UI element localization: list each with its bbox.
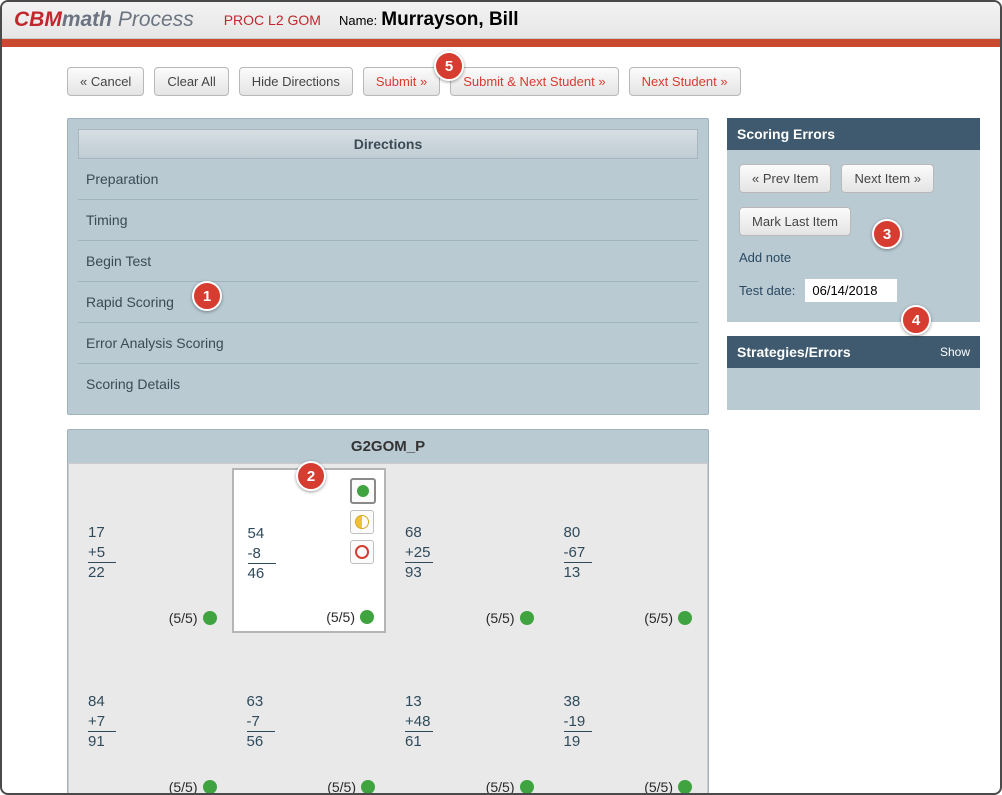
problem-cell[interactable]: 13+4861 (5/5) [390,637,545,795]
problem-score: (5/5) [169,779,217,795]
problem-score: (5/5) [327,779,375,795]
problem-cell[interactable]: 38-1919 (5/5) [549,637,704,795]
strategies-errors-panel: Strategies/Errors Show [727,336,980,410]
directions-item-preparation[interactable]: Preparation [78,159,698,200]
problem-cell[interactable]: 63-756 (5/5) [232,637,387,795]
next-student-button[interactable]: Next Student » [629,67,741,96]
scoring-errors-panel: Scoring Errors « Prev Item Next Item » M… [727,118,980,322]
problem-cell[interactable]: 17+522 (5/5) [73,468,228,633]
annotation-4: 4 [901,305,931,335]
directions-header: Directions [78,129,698,159]
annotation-1: 1 [192,281,222,311]
problem-math: 80-6713 [564,523,592,583]
clear-all-button[interactable]: Clear All [154,67,228,96]
problem-math: 38-1919 [564,692,592,752]
header-bar: CBMmath Process PROC L2 GOM Name: Murray… [2,2,1000,39]
mark-partial-button[interactable] [350,510,374,534]
status-dot-icon [203,780,217,794]
prev-item-button[interactable]: « Prev Item [739,164,831,193]
annotation-2: 2 [296,461,326,491]
annotation-3: 3 [872,219,902,249]
problem-cell[interactable]: 68+2593 (5/5) [390,468,545,633]
mark-last-item-button[interactable]: Mark Last Item [739,207,851,236]
cancel-button[interactable]: « Cancel [67,67,144,96]
grid-title: G2GOM_P [68,430,708,463]
test-date-label: Test date: [739,283,795,298]
problem-score: (5/5) [326,609,374,625]
score-grid-panel: G2GOM_P 17+522 (5/5) 54-846 (5/5) 68+2593 (5/… [67,429,709,795]
student-name: Murrayson, Bill [381,9,518,31]
submit-next-button[interactable]: Submit & Next Student » [450,67,618,96]
status-dot-icon [203,611,217,625]
status-dot-icon [678,780,692,794]
directions-item-timing[interactable]: Timing [78,200,698,241]
status-dot-icon [361,780,375,794]
annotation-5: 5 [434,51,464,81]
test-date-input[interactable] [805,279,897,302]
toolbar: « Cancel Clear All Hide Directions Submi… [2,47,1000,108]
accent-stripe [2,39,1000,47]
problem-math: 54-846 [248,524,276,584]
problem-score: (5/5) [644,610,692,626]
scoring-errors-header: Scoring Errors [727,118,980,150]
status-dot-icon [520,780,534,794]
brand-logo: CBMmath Process [14,8,194,32]
add-note-link[interactable]: Add note [739,250,791,265]
problem-math: 17+522 [88,523,116,583]
status-dot-icon [360,610,374,624]
problem-cell[interactable]: 54-846 (5/5) [232,468,387,633]
strategies-show-link[interactable]: Show [940,345,970,359]
status-dot-icon [678,611,692,625]
directions-panel: Directions Preparation Timing Begin Test… [67,118,709,415]
mark-incorrect-button[interactable] [350,540,374,564]
problem-score: (5/5) [486,610,534,626]
problem-math: 13+4861 [405,692,433,752]
hide-directions-button[interactable]: Hide Directions [239,67,353,96]
proc-code: PROC L2 GOM [224,12,321,28]
strategies-errors-title: Strategies/Errors [737,344,851,360]
directions-item-scoring-details[interactable]: Scoring Details [78,364,698,404]
problem-score: (5/5) [644,779,692,795]
problem-math: 84+791 [88,692,116,752]
problem-math: 63-756 [247,692,275,752]
mark-correct-button[interactable] [350,478,376,504]
directions-item-begin-test[interactable]: Begin Test [78,241,698,282]
problem-cell[interactable]: 80-6713 (5/5) [549,468,704,633]
status-dot-icon [520,611,534,625]
grid-body: 17+522(5/5)54-846(5/5)68+2593(5/5)80-671… [68,463,708,795]
name-label: Name: [339,13,377,28]
problem-score: (5/5) [486,779,534,795]
directions-item-rapid-scoring[interactable]: Rapid Scoring [78,282,698,323]
next-item-button[interactable]: Next Item » [841,164,933,193]
problem-score: (5/5) [169,610,217,626]
directions-item-error-analysis[interactable]: Error Analysis Scoring [78,323,698,364]
problem-math: 68+2593 [405,523,433,583]
submit-button[interactable]: Submit » [363,67,440,96]
problem-cell[interactable]: 84+791 (5/5) [73,637,228,795]
